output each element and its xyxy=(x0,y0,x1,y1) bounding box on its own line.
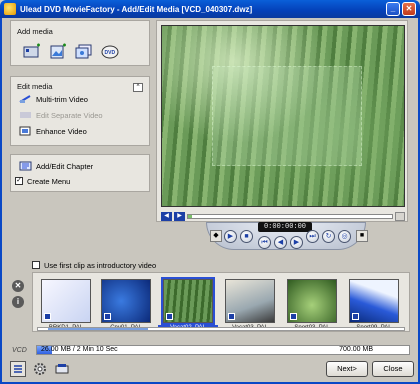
separate-video-icon xyxy=(19,110,32,120)
minimize-button[interactable]: _ xyxy=(386,2,400,16)
clip-type-icon xyxy=(352,313,359,320)
add-edit-chapter-item[interactable]: Add/Edit Chapter xyxy=(19,160,93,172)
media-strip: BRKD1_PAL Cnv01_PAL Vacat02_PAL Vacat03_… xyxy=(32,272,410,332)
create-menu-option[interactable]: ✓ Create Menu xyxy=(15,175,70,187)
strip-scrollbar[interactable] xyxy=(37,327,405,331)
seek-position xyxy=(188,214,193,218)
clip-type-icon xyxy=(166,313,173,320)
chapter-panel: Add/Edit Chapter ✓ Create Menu xyxy=(10,154,150,192)
clip-thumbnail-3[interactable] xyxy=(161,277,215,325)
play-icon[interactable]: ▶ xyxy=(224,230,237,243)
go-start-icon[interactable]: ⏮ xyxy=(258,236,271,249)
clip-thumbnail-5[interactable] xyxy=(287,279,337,323)
app-icon xyxy=(4,3,16,15)
safe-area-overlay xyxy=(212,66,362,166)
intro-clip-label: Use first clip as introductory video xyxy=(44,260,157,270)
edit-separate-label: Edit Separate Video xyxy=(36,110,103,120)
volume-icon[interactable]: ◎ xyxy=(338,230,351,243)
title-bar: Ulead DVD MovieFactory - Add/Edit Media … xyxy=(0,0,420,18)
multi-trim-video-item[interactable]: Multi-trim Video xyxy=(19,93,88,105)
repeat-icon[interactable]: ↻ xyxy=(322,230,335,243)
clip-thumbnail-4[interactable] xyxy=(225,279,275,323)
next-button[interactable]: Next> xyxy=(326,361,368,377)
stop-icon[interactable]: ■ xyxy=(240,230,253,243)
clip-mode-icon[interactable]: ■ xyxy=(356,230,368,242)
close-button[interactable]: Close xyxy=(372,361,414,377)
intro-clip-option[interactable]: Use first clip as introductory video xyxy=(32,260,156,270)
chapter-icon xyxy=(19,161,32,171)
add-media-panel: Add media DVD xyxy=(10,20,150,66)
create-menu-label: Create Menu xyxy=(27,176,71,186)
strip-tools: ✕ i xyxy=(12,280,26,312)
capacity-bar: VCD 26.00 MB / 2 Min 10 Sec 700.00 MB xyxy=(12,344,410,356)
edit-separate-video-item: Edit Separate Video xyxy=(19,109,103,121)
multi-trim-icon xyxy=(19,94,32,104)
clip-thumbnail-2[interactable] xyxy=(101,279,151,323)
clip-type-icon xyxy=(228,313,235,320)
seek-slider[interactable] xyxy=(187,213,393,219)
clip-thumbnail-1[interactable] xyxy=(41,279,91,323)
enhance-video-icon xyxy=(19,126,32,136)
window-title: Ulead DVD MovieFactory - Add/Edit Media … xyxy=(20,4,253,14)
clip-type-icon xyxy=(44,313,51,320)
info-icon[interactable]: i xyxy=(12,296,24,308)
create-menu-checkbox[interactable]: ✓ xyxy=(15,177,23,185)
enhance-video-item[interactable]: Enhance Video xyxy=(19,125,87,137)
capacity-track: 26.00 MB / 2 Min 10 Sec 700.00 MB xyxy=(36,345,410,355)
capacity-max-text: 700.00 MB xyxy=(339,346,373,353)
prev-frame-icon[interactable]: ◀ xyxy=(274,236,287,249)
close-window-button[interactable]: ✕ xyxy=(402,2,416,16)
project-mode-icon[interactable]: ◆ xyxy=(210,230,222,242)
timecode-display[interactable]: 0:00:00:00 xyxy=(258,222,312,232)
delete-clip-icon[interactable]: ✕ xyxy=(12,280,24,292)
svg-text:DVD: DVD xyxy=(105,50,116,56)
multi-trim-label: Multi-trim Video xyxy=(36,94,88,104)
collapse-panel-button[interactable]: ^ xyxy=(133,83,143,92)
bottom-bar: Next> Close xyxy=(0,358,416,382)
project-list-icon[interactable] xyxy=(10,361,26,377)
clip-thumbnail-6[interactable] xyxy=(349,279,399,323)
add-dvd-icon[interactable]: DVD xyxy=(99,41,121,61)
clip-type-icon xyxy=(104,313,111,320)
disc-type-label: VCD xyxy=(12,346,27,354)
add-media-label: Add media xyxy=(17,27,53,36)
mark-out-icon[interactable]: ▶ xyxy=(174,211,185,221)
add-slideshow-icon[interactable] xyxy=(73,41,95,61)
settings-gear-icon[interactable] xyxy=(32,361,48,377)
clip-type-icon xyxy=(290,313,297,320)
next-frame-icon[interactable]: ▶ xyxy=(290,236,303,249)
mark-in-icon[interactable]: ◀ xyxy=(161,211,172,221)
output-device-icon[interactable] xyxy=(54,361,70,377)
add-image-icon[interactable] xyxy=(47,41,69,61)
add-edit-chapter-label: Add/Edit Chapter xyxy=(36,161,94,171)
preview-panel: ◀ ▶ xyxy=(156,20,408,222)
capacity-used-text: 26.00 MB / 2 Min 10 Sec xyxy=(41,346,118,353)
seek-row: ◀ ▶ xyxy=(161,211,405,221)
expand-icon[interactable] xyxy=(395,211,405,221)
add-video-icon[interactable] xyxy=(21,41,43,61)
edit-media-label: Edit media xyxy=(17,82,53,91)
video-preview xyxy=(161,25,405,207)
edit-media-panel: Edit media ^ Multi-trim Video Edit Separ… xyxy=(10,76,150,146)
enhance-video-label: Enhance Video xyxy=(36,126,87,136)
go-end-icon[interactable]: ⏭ xyxy=(306,230,319,243)
intro-clip-checkbox[interactable] xyxy=(32,261,40,269)
scroll-thumb[interactable] xyxy=(48,328,148,330)
